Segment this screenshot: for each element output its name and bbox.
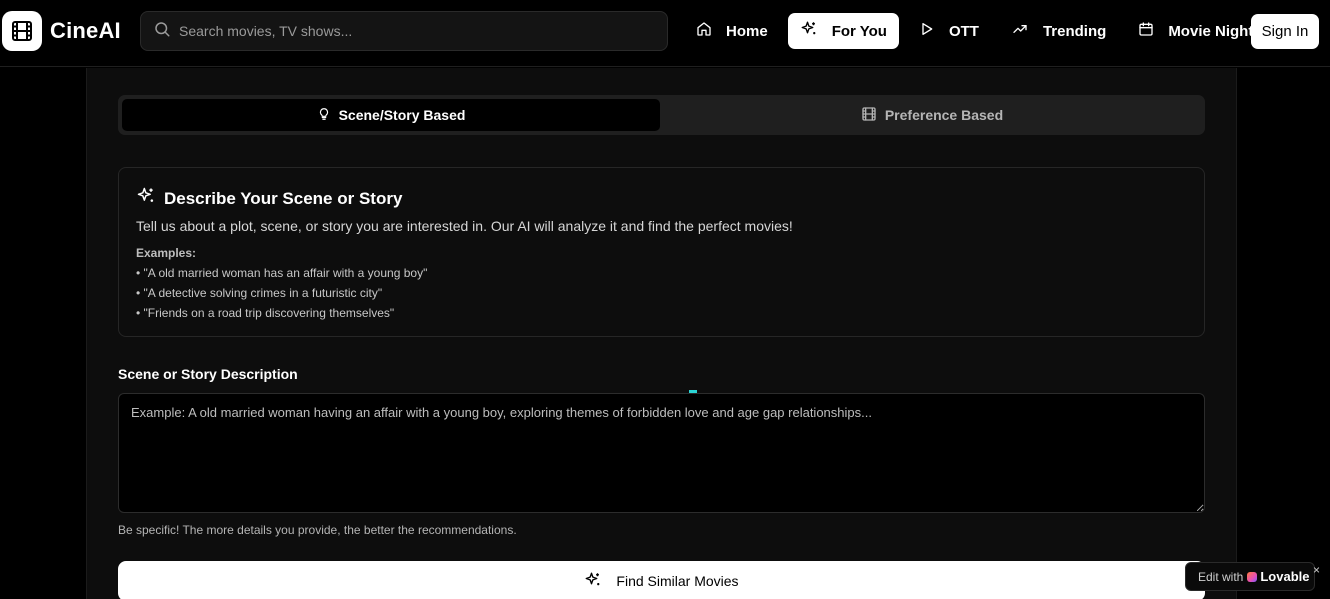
nav-label: Trending	[1042, 22, 1107, 40]
tab-scene-story[interactable]: Scene/Story Based	[122, 99, 660, 131]
logo[interactable]: CineAI	[2, 11, 121, 51]
example-item: • "Friends on a road trip discovering th…	[136, 306, 395, 320]
sparkles-icon	[136, 186, 164, 211]
tab-label: Preference Based	[884, 107, 1004, 123]
example-item: • "A old married woman has an affair wit…	[136, 266, 428, 280]
description-label: Scene or Story Description	[118, 366, 298, 382]
find-similar-movies-button[interactable]: Find Similar Movies	[118, 561, 1205, 599]
info-card: Describe Your Scene or Story Tell us abo…	[118, 167, 1205, 337]
nav-label: For You	[831, 22, 887, 40]
button-label: Find Similar Movies	[616, 573, 739, 589]
card-title: Describe Your Scene or Story	[136, 186, 402, 211]
trending-up-icon	[1011, 21, 1043, 41]
app-name: CineAI	[50, 18, 121, 43]
sign-in-button[interactable]: Sign In	[1251, 14, 1319, 49]
story-description-input[interactable]	[118, 393, 1205, 513]
lovable-logo-icon	[1247, 571, 1258, 582]
tab-label: Scene/Story Based	[338, 107, 466, 123]
top-navbar: CineAI Home For You OTT	[0, 0, 1330, 67]
main-nav: Home For You OTT Trending Movie Night	[684, 13, 1273, 49]
film-icon	[861, 106, 885, 125]
home-icon	[696, 21, 726, 41]
sparkles-icon	[800, 20, 832, 42]
examples-heading: Examples:	[136, 246, 197, 260]
play-icon	[919, 21, 949, 41]
film-logo-icon	[2, 11, 42, 51]
example-item: • "A detective solving crimes in a futur…	[136, 286, 383, 300]
lovable-brand: Lovable	[1247, 569, 1309, 584]
nav-item-trending[interactable]: Trending	[999, 13, 1118, 49]
search-bar	[140, 11, 668, 51]
tab-preference[interactable]: Preference Based	[663, 99, 1201, 131]
main-panel: Scene/Story Based Preference Based Descr…	[86, 68, 1237, 599]
nav-item-movie-night[interactable]: Movie Night	[1126, 13, 1265, 49]
nav-label: Home	[726, 22, 768, 40]
edit-with-lovable-badge[interactable]: Edit with Lovable	[1185, 562, 1315, 591]
search-input[interactable]	[179, 23, 639, 39]
lightbulb-icon	[317, 106, 339, 125]
calendar-icon	[1138, 21, 1168, 41]
card-description: Tell us about a plot, scene, or story yo…	[136, 218, 793, 234]
sparkles-icon	[584, 571, 616, 592]
nav-item-home[interactable]: Home	[684, 13, 780, 49]
helper-text: Be specific! The more details you provid…	[118, 523, 517, 537]
mode-tabs: Scene/Story Based Preference Based	[118, 95, 1205, 135]
nav-label: Movie Night	[1168, 22, 1254, 40]
lovable-brand-text: Lovable	[1260, 569, 1310, 584]
nav-label: OTT	[948, 22, 979, 40]
badge-prefix: Edit with	[1198, 569, 1244, 584]
card-title-text: Describe Your Scene or Story	[164, 188, 403, 208]
nav-item-ott[interactable]: OTT	[907, 13, 991, 49]
close-icon[interactable]: ×	[1313, 563, 1320, 577]
search-icon	[153, 20, 171, 43]
nav-item-for-you[interactable]: For You	[787, 13, 899, 49]
